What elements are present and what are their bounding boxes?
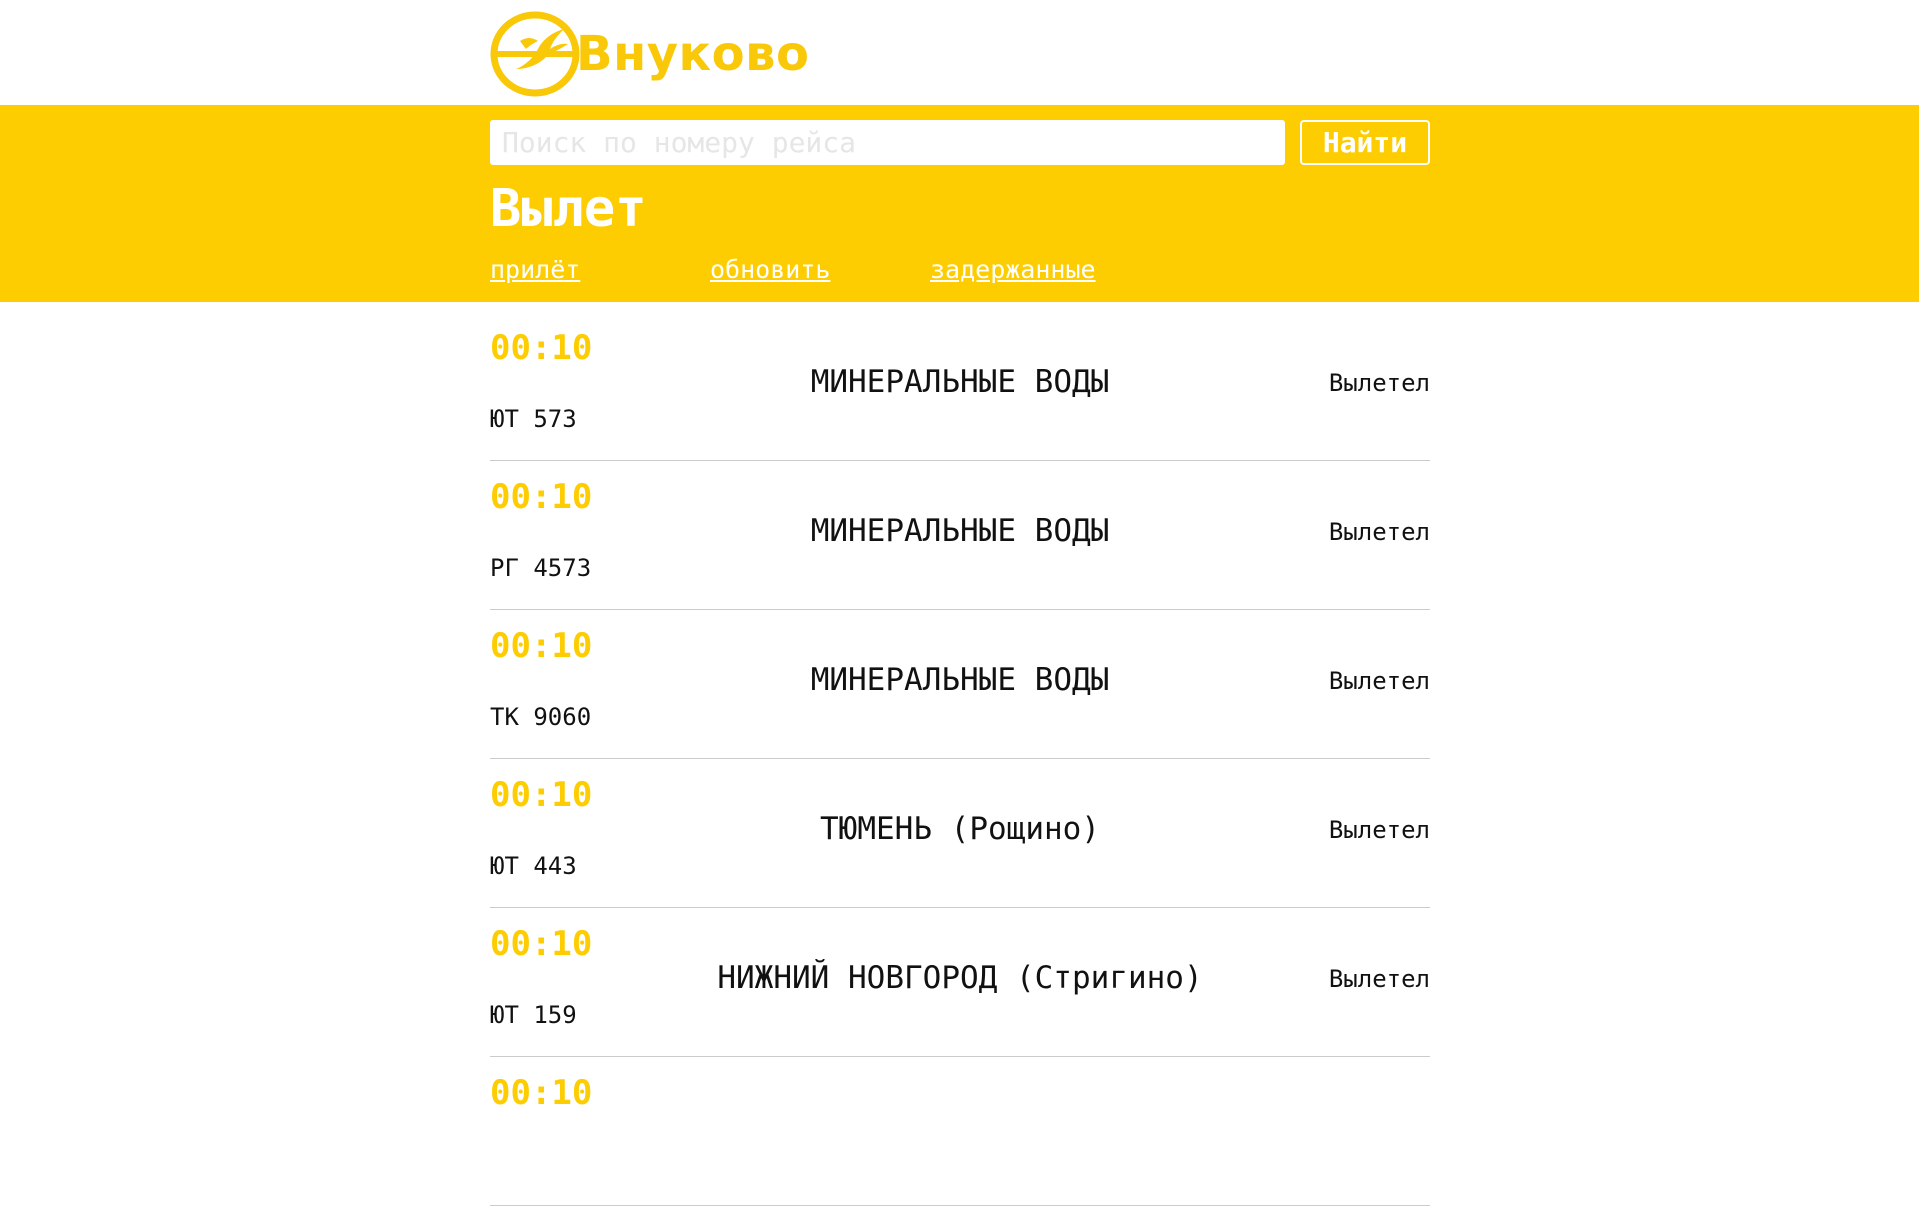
flight-row[interactable]: 00:10 bbox=[490, 1057, 1430, 1206]
flight-destination: ТЮМЕНЬ (Рощино) bbox=[820, 811, 1100, 847]
nav-link-arrivals[interactable]: прилёт bbox=[490, 252, 580, 288]
flight-row[interactable]: 00:10 МИНЕРАЛЬНЫЕ ВОДЫ Вылетел ЮТ 573 bbox=[490, 312, 1430, 461]
flight-status: Вылетел bbox=[1328, 965, 1430, 993]
board-nav: прилёт обновить задержанные bbox=[490, 252, 1430, 288]
nav-link-delayed[interactable]: задержанные bbox=[930, 252, 1096, 288]
flight-row[interactable]: 00:10 МИНЕРАЛЬНЫЕ ВОДЫ Вылетел РГ 4573 bbox=[490, 461, 1430, 610]
site-header: Внуково bbox=[0, 0, 1919, 105]
logo-text: Внуково bbox=[576, 26, 810, 82]
flight-number: ТК 9060 bbox=[490, 703, 592, 731]
flight-destination: МИНЕРАЛЬНЫЕ ВОДЫ bbox=[810, 662, 1110, 698]
flight-search-input[interactable] bbox=[490, 120, 1285, 165]
page-title: Вылет bbox=[490, 179, 647, 239]
flight-row[interactable]: 00:10 МИНЕРАЛЬНЫЕ ВОДЫ Вылетел ТК 9060 bbox=[490, 610, 1430, 759]
flight-number: ЮТ 573 bbox=[490, 405, 577, 433]
nav-link-refresh[interactable]: обновить bbox=[710, 252, 830, 288]
flight-list: 00:10 МИНЕРАЛЬНЫЕ ВОДЫ Вылетел ЮТ 573 00… bbox=[490, 302, 1430, 1206]
flight-destination: НИЖНИЙ НОВГОРОД (Стригино) bbox=[717, 960, 1203, 996]
flight-status: Вылетел bbox=[1328, 518, 1430, 546]
flight-status: Вылетел bbox=[1328, 816, 1430, 844]
search-button[interactable]: Найти bbox=[1300, 120, 1430, 165]
flight-time: 00:10 bbox=[490, 1073, 593, 1113]
search-bar: Найти bbox=[490, 120, 1430, 165]
top-band: Найти Вылет прилёт обновить задержанные bbox=[0, 105, 1919, 302]
logo-link[interactable]: Внуково bbox=[490, 11, 809, 97]
flight-destination: МИНЕРАЛЬНЫЕ ВОДЫ bbox=[810, 513, 1110, 549]
flight-destination: МИНЕРАЛЬНЫЕ ВОДЫ bbox=[810, 364, 1110, 400]
flight-number: ЮТ 159 bbox=[490, 1001, 577, 1029]
flight-row[interactable]: 00:10 ТЮМЕНЬ (Рощино) Вылетел ЮТ 443 bbox=[490, 759, 1430, 908]
flight-row[interactable]: 00:10 НИЖНИЙ НОВГОРОД (Стригино) Вылетел… bbox=[490, 908, 1430, 1057]
pegasus-logo-icon bbox=[490, 11, 580, 97]
flight-status: Вылетел bbox=[1328, 369, 1430, 397]
flight-status: Вылетел bbox=[1328, 667, 1430, 695]
flight-number: РГ 4573 bbox=[490, 554, 592, 582]
flight-number: ЮТ 443 bbox=[490, 852, 577, 880]
